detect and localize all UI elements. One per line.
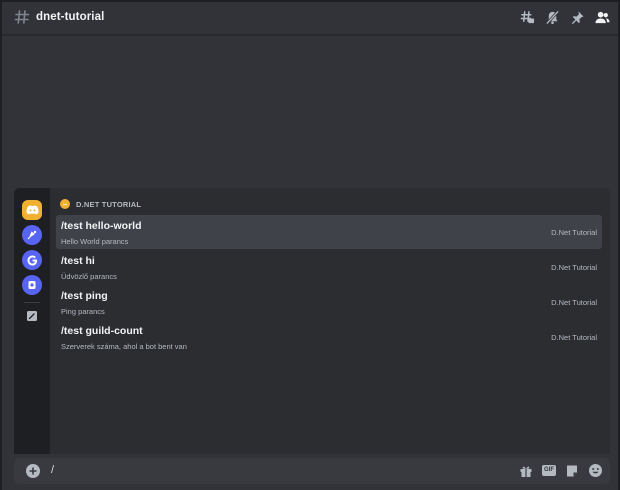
gift-icon[interactable] xyxy=(519,464,533,478)
command-name: /test guild-count xyxy=(61,325,143,337)
message-list xyxy=(2,36,618,186)
command-source: D.Net Tutorial xyxy=(551,298,597,307)
command-name: /test ping xyxy=(61,290,108,302)
channel-title: dnet-tutorial xyxy=(36,11,105,23)
message-input[interactable]: / xyxy=(51,464,54,476)
bot-avatar-icon xyxy=(60,199,70,209)
app-icon[interactable] xyxy=(22,275,42,295)
section-header: D.NET TUTORIAL xyxy=(60,199,141,209)
command-description: Hello World parancs xyxy=(61,237,129,246)
edit-icon[interactable] xyxy=(22,306,42,326)
command-name: /test hi xyxy=(61,255,95,267)
command-item[interactable]: /test hello-world Hello World parancs D.… xyxy=(56,215,602,249)
command-description: Ping parancs xyxy=(61,307,105,316)
bot-app-icon[interactable] xyxy=(22,225,42,245)
discord-window: dnet-tutorial D.NET TUTORIAL /test hello… xyxy=(0,0,620,490)
command-name: /test hello-world xyxy=(61,220,142,232)
threads-icon[interactable] xyxy=(520,10,535,25)
pin-icon[interactable] xyxy=(570,10,585,25)
command-description: Szerverek száma, ahol a bot bent van xyxy=(61,342,187,351)
discord-icon[interactable] xyxy=(22,200,42,220)
sticker-icon[interactable] xyxy=(565,464,579,478)
command-source: D.Net Tutorial xyxy=(551,333,597,342)
command-item[interactable]: /test ping Ping parancs D.Net Tutorial xyxy=(56,285,602,319)
message-input-bar: / GIF xyxy=(14,458,610,484)
command-source: D.Net Tutorial xyxy=(551,228,597,237)
command-item[interactable]: /test hi Üdvözlő parancs D.Net Tutorial xyxy=(56,250,602,284)
app-rail xyxy=(14,188,50,454)
members-icon[interactable] xyxy=(595,10,610,25)
google-icon[interactable] xyxy=(22,250,42,270)
section-label: D.NET TUTORIAL xyxy=(76,199,142,209)
header-toolbar xyxy=(520,10,610,25)
rail-divider xyxy=(24,302,40,303)
command-source: D.Net Tutorial xyxy=(551,263,597,272)
notifications-muted-icon[interactable] xyxy=(545,10,560,25)
command-description: Üdvözlő parancs xyxy=(61,272,117,281)
channel-header: dnet-tutorial xyxy=(2,2,618,35)
command-autocomplete-popup: D.NET TUTORIAL /test hello-world Hello W… xyxy=(14,188,610,454)
input-toolbar: GIF xyxy=(519,463,603,478)
gif-icon[interactable]: GIF xyxy=(542,465,556,476)
hash-icon xyxy=(14,10,30,24)
add-attachment-icon[interactable] xyxy=(26,464,40,478)
command-item[interactable]: /test guild-count Szerverek száma, ahol … xyxy=(56,320,602,354)
emoji-icon[interactable] xyxy=(588,463,603,478)
